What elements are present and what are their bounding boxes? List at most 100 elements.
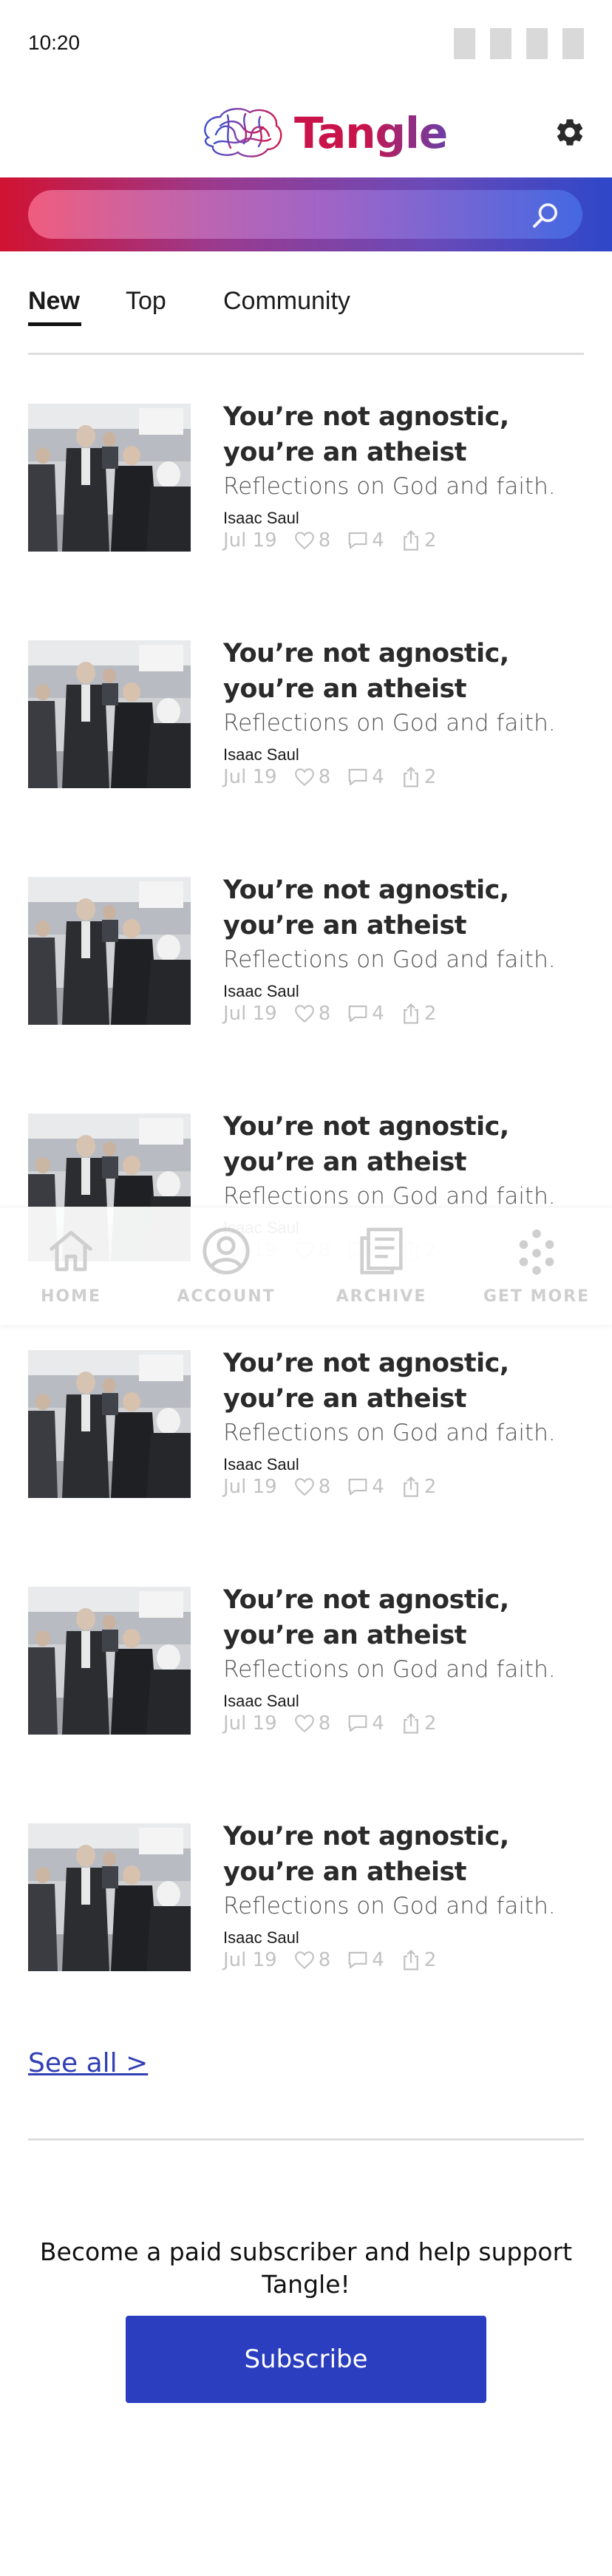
settings-button[interactable]	[550, 112, 590, 152]
nav-get-more-label: GET MORE	[483, 1287, 591, 1306]
share-icon	[403, 766, 418, 787]
nav-account-label: ACCOUNT	[177, 1287, 276, 1306]
comment-icon	[348, 768, 367, 786]
like-count: 8	[318, 1949, 331, 1971]
share-icon	[403, 1003, 418, 1024]
article-item[interactable]: You’re not agnostic, you’re an atheist R…	[28, 1346, 584, 1501]
article-author: Isaac Saul	[223, 745, 299, 764]
share-icon	[403, 1949, 418, 1970]
like-button[interactable]: 8	[293, 529, 330, 552]
article-date: Jul 19	[223, 529, 277, 552]
see-all-link[interactable]: See all >	[28, 2048, 148, 2078]
status-time: 10:20	[28, 31, 81, 54]
share-count: 2	[424, 1476, 437, 1498]
article-title[interactable]: You’re not agnostic, you’re an atheist	[223, 872, 585, 943]
comment-count: 4	[372, 766, 384, 788]
like-count: 8	[318, 766, 331, 788]
article-thumbnail[interactable]	[28, 640, 191, 788]
article-author: Isaac Saul	[223, 1455, 299, 1474]
wifi-icon	[490, 28, 511, 59]
article-thumbnail[interactable]	[28, 1587, 191, 1735]
logo-wordmark: Tangle	[294, 108, 448, 158]
article-meta: Jul 19 8 4 2	[223, 1712, 452, 1735]
like-count: 8	[318, 1003, 331, 1025]
article-title[interactable]: You’re not agnostic, you’re an atheist	[223, 636, 585, 707]
gear-icon	[557, 119, 583, 146]
like-button[interactable]: 8	[293, 766, 331, 788]
article-author: Isaac Saul	[223, 509, 299, 527]
article-subtitle: Reflections on God and faith.	[223, 946, 556, 973]
share-button[interactable]: 2	[401, 1712, 437, 1735]
comment-button[interactable]: 4	[347, 1476, 384, 1498]
bottom-navigation: HOME ACCOUNT ARCHIVE GET MORE	[0, 1207, 612, 1325]
comment-count: 4	[372, 1712, 384, 1735]
article-item[interactable]: You’re not agnostic, you’re an atheist R…	[28, 1582, 584, 1738]
share-count: 2	[424, 1712, 437, 1735]
article-photo	[28, 1587, 191, 1735]
grid-dots-icon	[519, 1229, 554, 1275]
search-icon[interactable]	[531, 200, 560, 230]
heart-icon	[294, 1478, 314, 1497]
comment-count: 4	[372, 529, 384, 552]
article-date: Jul 19	[223, 1949, 277, 1971]
article-photo	[28, 1350, 191, 1498]
notification-icon	[562, 28, 584, 59]
share-button[interactable]: 2	[401, 1949, 436, 1971]
article-thumbnail[interactable]	[28, 1823, 191, 1971]
share-icon	[403, 1712, 418, 1734]
nav-get-more[interactable]: GET MORE	[463, 1225, 611, 1306]
tab-top[interactable]: Top	[126, 287, 166, 316]
article-thumbnail[interactable]	[28, 1350, 191, 1498]
share-button[interactable]: 2	[401, 766, 437, 788]
heart-icon	[294, 1951, 314, 1970]
nav-account[interactable]: ACCOUNT	[152, 1225, 300, 1306]
comment-button[interactable]: 4	[347, 1949, 384, 1971]
article-meta: Jul 19 8 4 2	[223, 1949, 452, 1971]
share-icon	[403, 1476, 418, 1497]
article-title[interactable]: You’re not agnostic, you’re an atheist	[223, 1109, 585, 1180]
heart-icon	[294, 1005, 314, 1023]
article-title[interactable]: You’re not agnostic, you’re an atheist	[223, 1346, 585, 1417]
share-button[interactable]: 2	[401, 529, 436, 552]
like-button[interactable]: 8	[293, 1712, 330, 1735]
article-title[interactable]: You’re not agnostic, you’re an atheist	[223, 399, 585, 470]
article-item[interactable]: You’re not agnostic, you’re an atheist R…	[28, 1819, 584, 1974]
comment-button[interactable]: 4	[347, 1712, 384, 1735]
article-subtitle: Reflections on God and faith.	[223, 1183, 556, 1210]
search-input[interactable]	[28, 190, 582, 239]
article-item[interactable]: You’re not agnostic, you’re an atheist R…	[28, 636, 584, 791]
divider	[28, 2138, 584, 2141]
article-item[interactable]: You’re not agnostic, you’re an atheist R…	[28, 399, 584, 555]
comment-button[interactable]: 4	[347, 529, 384, 552]
share-count: 2	[424, 766, 437, 788]
nav-archive[interactable]: ARCHIVE	[307, 1225, 455, 1306]
article-photo	[28, 877, 191, 1025]
article-thumbnail[interactable]	[28, 404, 191, 552]
article-subtitle: Reflections on God and faith.	[223, 1656, 556, 1683]
like-button[interactable]: 8	[293, 1949, 331, 1971]
share-button[interactable]: 2	[401, 1003, 437, 1025]
nav-home[interactable]: HOME	[0, 1225, 145, 1306]
article-title[interactable]: You’re not agnostic, you’re an atheist	[223, 1819, 585, 1890]
article-item[interactable]: You’re not agnostic, you’re an atheist R…	[28, 872, 584, 1028]
share-count: 2	[424, 1003, 437, 1025]
like-button[interactable]: 8	[293, 1476, 331, 1498]
subscribe-button[interactable]: Subscribe	[126, 2316, 486, 2403]
share-button[interactable]: 2	[401, 1476, 437, 1498]
tab-new[interactable]: New	[28, 287, 80, 316]
article-author: Isaac Saul	[223, 982, 299, 1000]
like-count: 8	[318, 1476, 331, 1498]
comment-icon	[348, 1715, 367, 1732]
heart-icon	[294, 532, 314, 550]
comment-button[interactable]: 4	[347, 1003, 384, 1025]
article-subtitle: Reflections on God and faith.	[223, 1420, 556, 1446]
comment-count: 4	[372, 1476, 384, 1498]
signal-icon	[454, 28, 475, 59]
article-author: Isaac Saul	[223, 1692, 299, 1710]
like-button[interactable]: 8	[293, 1003, 331, 1025]
feed-tabs: New Top Community	[28, 278, 584, 355]
comment-button[interactable]: 4	[347, 766, 384, 788]
tab-community[interactable]: Community	[223, 287, 350, 316]
article-title[interactable]: You’re not agnostic, you’re an atheist	[223, 1582, 585, 1653]
article-thumbnail[interactable]	[28, 877, 191, 1025]
